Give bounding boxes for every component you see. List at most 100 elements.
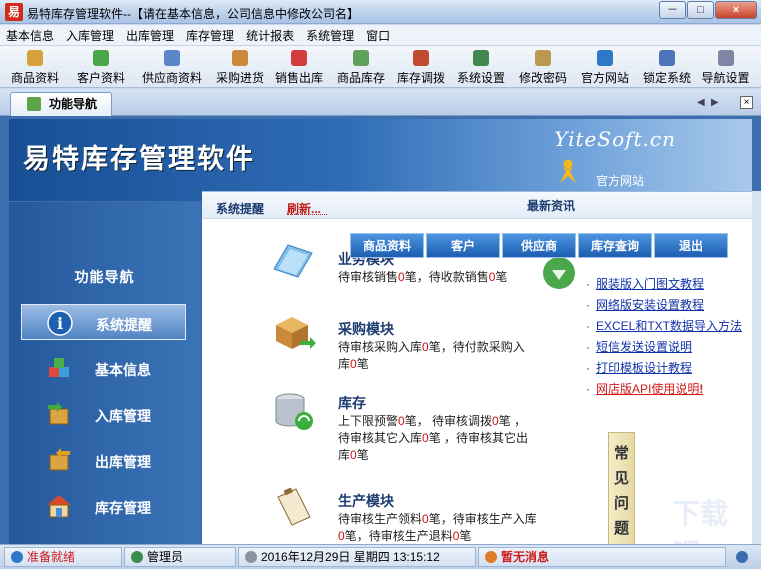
menu-basic-info[interactable]: 基本信息	[0, 27, 60, 44]
module-text-segment: 待审核采购入库	[338, 340, 423, 354]
status-globe-icon	[11, 551, 23, 563]
tab-close-icon[interactable]: ×	[740, 96, 753, 109]
quick-goods-button[interactable]: 商品资料	[350, 233, 424, 258]
bullet: ·	[586, 340, 590, 354]
nav-item-outbound[interactable]: 出库管理	[21, 442, 186, 478]
tab-next-arrow-icon[interactable]: ▶	[711, 97, 719, 108]
nav-item-basic-info[interactable]: 基本信息	[21, 350, 186, 386]
status-messages[interactable]: 暂无消息	[478, 547, 726, 567]
toolbar-label: 锁定系统	[642, 71, 691, 85]
settings-icon	[473, 50, 489, 66]
customers-icon	[93, 50, 109, 66]
quick-buttons: 商品资料 客户 供应商 库存查询 退出	[350, 233, 730, 258]
minimize-button[interactable]: －	[659, 1, 686, 19]
toolbar-password-button[interactable]: 修改密码	[512, 46, 574, 88]
maximize-button[interactable]: □	[687, 1, 714, 19]
news-list: · 服装版入门图文教程 · 网络版安装设置教程 · EXCEL和TXT数据导入方法 ·…	[586, 275, 752, 401]
tab-prev-arrow-icon[interactable]: ◀	[697, 97, 705, 108]
nav-item-label: 基本信息	[95, 362, 151, 378]
news-link[interactable]: · 网络版安装设置教程	[586, 296, 752, 317]
toolbar-website-button[interactable]: 官方网站	[574, 46, 636, 88]
pending-count: 0	[422, 340, 429, 354]
clipboard-icon	[277, 487, 311, 526]
window-title: 易特库存管理软件--【请在基本信息，公司信息中修改公司名】	[27, 7, 359, 21]
module-text-segment: 笔，待收款销售	[404, 270, 489, 284]
quick-customer-button[interactable]: 客户	[426, 233, 500, 258]
folder-icon	[273, 244, 313, 278]
news-link[interactable]: · EXCEL和TXT数据导入方法	[586, 317, 752, 338]
pending-count: 0	[338, 529, 345, 543]
goods-icon	[27, 50, 43, 66]
module-text-segment: 笔， 待审核调拨	[404, 414, 493, 428]
nav-item-system-alerts[interactable]: i 系统提醒	[21, 304, 186, 340]
toolbar-customers-button[interactable]: 客户资料	[70, 46, 132, 88]
toolbar-lock-button[interactable]: 锁定系统	[636, 46, 698, 88]
toolbar-label: 库存调拨	[396, 71, 445, 85]
warehouse-icon	[47, 495, 71, 518]
quick-exit-button[interactable]: 退出	[654, 233, 728, 258]
pending-count: 0	[422, 431, 429, 445]
module-text-segment: 笔	[459, 529, 472, 543]
tab-label: 功能导航	[49, 97, 98, 111]
window-controls: － □ ×	[658, 1, 757, 19]
tree-icon	[27, 97, 41, 111]
download-globe-icon	[543, 257, 575, 289]
menu-outbound[interactable]: 出库管理	[120, 27, 180, 44]
toolbar-purchase-button[interactable]: 采购进货	[212, 46, 268, 88]
nav-item-inbound[interactable]: 入库管理	[21, 396, 186, 432]
toolbar-inventory-button[interactable]: 商品库存	[330, 46, 392, 88]
quick-stock-query-button[interactable]: 库存查询	[578, 233, 652, 258]
news-link[interactable]: · 短信发送设置说明	[586, 338, 752, 359]
news-link-hot[interactable]: · 网店版API使用说明!	[586, 380, 752, 401]
module-text-segment: 笔，待审核生产退料	[344, 529, 453, 543]
toolbar-label: 销售出库	[274, 71, 323, 85]
watermark: 下载吧	[672, 497, 729, 569]
official-site-link[interactable]: 官方网站	[596, 172, 644, 189]
clock-icon	[245, 551, 257, 563]
module-text: 上下限预警0笔， 待审核调拨0笔 ，待审核其它入库0笔 ，待审核其它出库0笔	[338, 413, 534, 464]
user-icon	[131, 551, 143, 563]
news-link[interactable]: · 打印模板设计教程	[586, 359, 752, 380]
toolbar-nav-settings-button[interactable]: 导航设置	[698, 46, 753, 88]
message-icon	[485, 551, 497, 563]
menu-window[interactable]: 窗口	[360, 27, 396, 44]
hot-badge: !	[699, 382, 704, 396]
toolbar-label: 商品库存	[336, 71, 385, 85]
close-button[interactable]: ×	[715, 1, 757, 19]
module-text-segment: 笔	[356, 357, 369, 371]
module-text-segment: 笔	[356, 448, 369, 462]
cubes-icon	[49, 358, 69, 377]
panel-header: 系统提醒 刷新... 最新资讯	[202, 192, 752, 219]
toolbar-goods-button[interactable]: 商品资料	[0, 46, 70, 88]
transfer-icon	[413, 50, 429, 66]
toolbar-supplier-button[interactable]: 供应商资料	[132, 46, 212, 88]
purchase-icon	[232, 50, 248, 66]
module-text-segment: 笔，待审核生产入库	[428, 512, 537, 526]
toolbar-settings-button[interactable]: 系统设置	[450, 46, 512, 88]
nav-settings-icon	[717, 50, 734, 66]
toolbar-label: 官方网站	[580, 71, 629, 85]
status-bar: 准备就绪 管理员 2016年12月29日 星期四 13:15:12 暂无消息	[0, 544, 761, 569]
menu-inbound[interactable]: 入库管理	[60, 27, 120, 44]
purchase-box-icon	[276, 317, 316, 349]
news-link[interactable]: · 服装版入门图文教程	[586, 275, 752, 296]
pending-count: 0	[398, 270, 405, 284]
quick-supplier-button[interactable]: 供应商	[502, 233, 576, 258]
menu-inventory[interactable]: 库存管理	[180, 27, 240, 44]
faq-tab[interactable]: 常 见 问 题	[608, 432, 635, 545]
pending-count: 0	[350, 448, 357, 462]
vertical-scrollbar[interactable]	[752, 191, 761, 544]
banner: 易特库存管理软件 YiteSoft.cn 官方网站	[9, 119, 752, 201]
menu-system[interactable]: 系统管理	[300, 27, 360, 44]
menu-reports[interactable]: 统计报表	[240, 27, 300, 44]
info-icon: i	[47, 310, 73, 336]
sales-icon	[291, 50, 307, 66]
tab-function-nav[interactable]: 功能导航	[10, 92, 112, 116]
inbound-box-icon	[48, 402, 69, 425]
toolbar-sales-button[interactable]: 销售出库	[268, 46, 330, 88]
nav-item-inventory[interactable]: 库存管理	[21, 488, 186, 524]
module-text-segment: 笔	[495, 270, 508, 284]
toolbar-transfer-button[interactable]: 库存调拨	[392, 46, 450, 88]
menu-bar: 基本信息 入库管理 出库管理 库存管理 统计报表 系统管理 窗口	[0, 25, 761, 45]
inventory-icon	[353, 50, 369, 66]
